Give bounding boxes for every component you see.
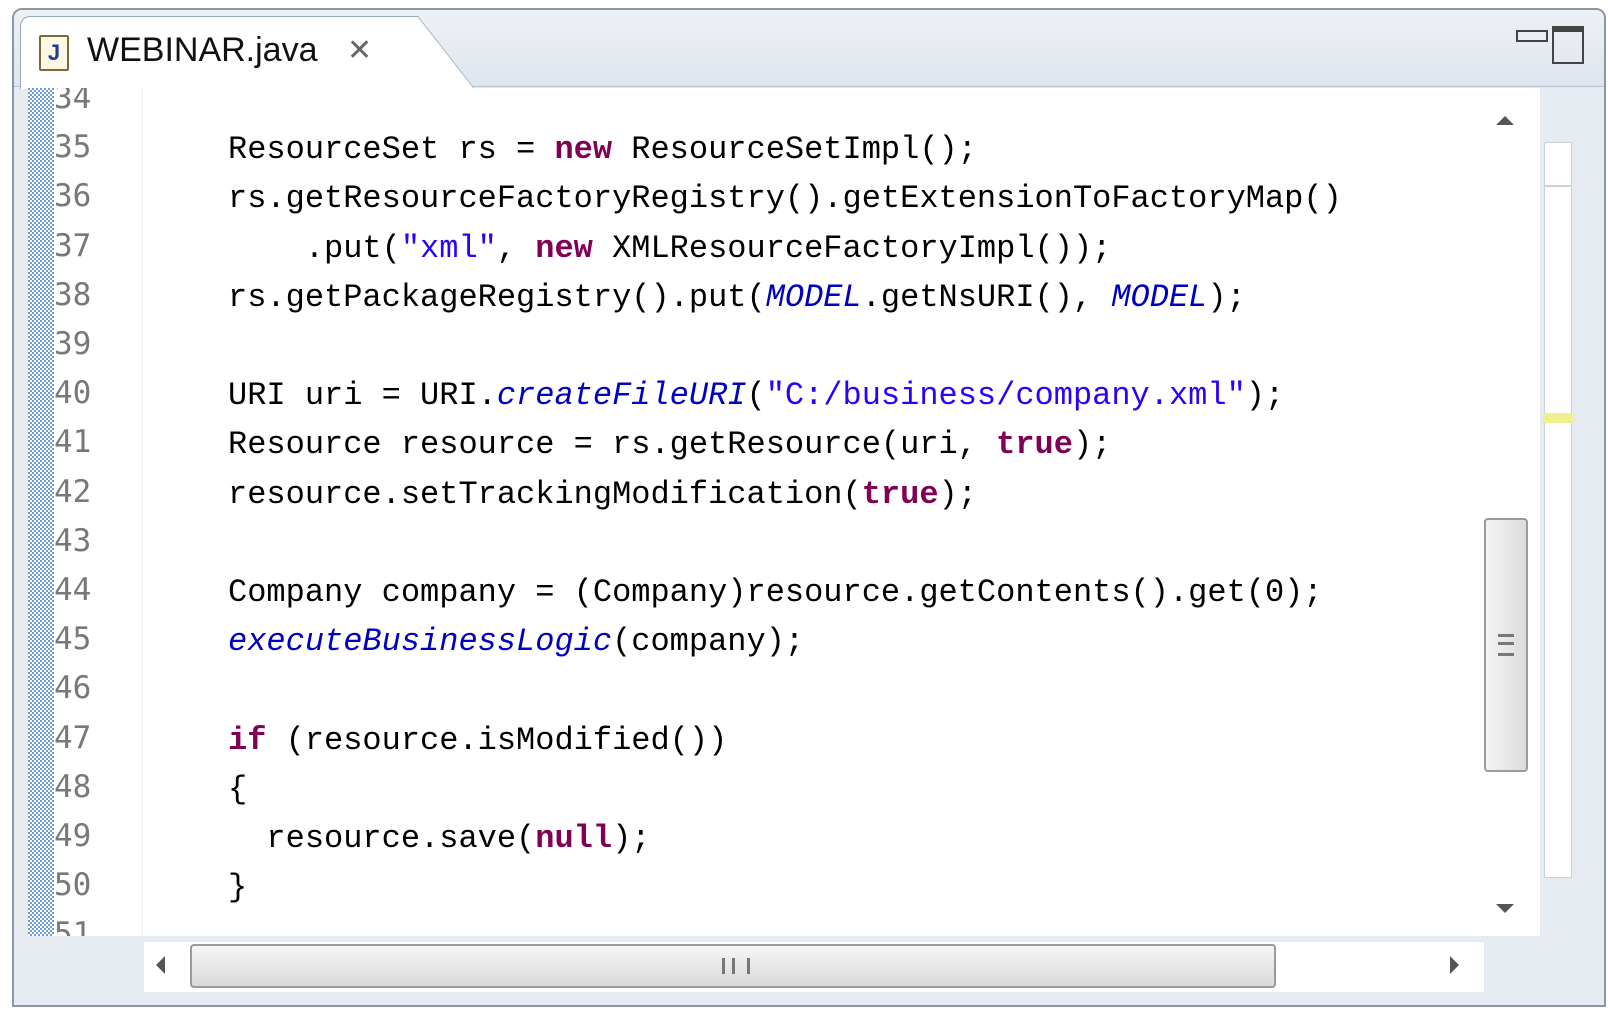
line-number: 41: [54, 424, 92, 461]
code-token: MODEL: [765, 278, 862, 316]
line-number: 39: [54, 326, 92, 362]
line-number-gutter: 34 35 36 37 38 39 40 41 42 43 44 45 46 47 48 49 50 51: [54, 88, 143, 936]
code-token: resource.setTrackingModification(: [228, 475, 862, 513]
code-token: "C:/business/company.xml": [765, 377, 1246, 415]
tab-title: WEBINAR.java: [87, 31, 318, 69]
code-token: );: [612, 820, 651, 857]
overview-marker[interactable]: [1543, 413, 1573, 423]
code-token: MODEL: [1111, 278, 1208, 316]
java-file-icon: J: [39, 35, 69, 71]
code-token: true: [861, 475, 939, 513]
code-token: rs.getResourceFactoryRegistry().getExten…: [228, 180, 1342, 218]
line-number: 36: [54, 178, 92, 215]
code-token: resource.save(: [228, 820, 536, 857]
line-number: 47: [54, 719, 92, 756]
vertical-scrollbar[interactable]: [1482, 88, 1540, 936]
change-marker-bar: [28, 88, 54, 936]
code-token: XMLResourceFactoryImpl());: [592, 229, 1112, 267]
horizontal-scrollbar[interactable]: [144, 942, 1484, 992]
line-number: 34: [54, 88, 92, 116]
vertical-scroll-thumb[interactable]: [1484, 518, 1528, 772]
code-line[interactable]: executeBusinessLogic(company);: [228, 623, 804, 660]
scroll-right-icon[interactable]: [1450, 956, 1459, 974]
line-number: 45: [54, 621, 92, 658]
line-number: 50: [54, 867, 92, 904]
close-icon[interactable]: ✕: [347, 33, 372, 68]
code-token: );: [1207, 278, 1246, 316]
code-token: (resource.isModified()): [266, 721, 728, 759]
code-token: if: [228, 721, 267, 759]
code-token: new: [535, 229, 593, 267]
code-token: true: [996, 426, 1073, 464]
code-line[interactable]: if (resource.isModified()): [228, 722, 727, 759]
scroll-up-icon[interactable]: [1496, 116, 1514, 125]
code-line[interactable]: {: [228, 771, 247, 808]
grip-icon: [722, 958, 750, 974]
code-token: (: [746, 377, 766, 415]
code-line[interactable]: rs.getResourceFactoryRegistry().getExten…: [228, 180, 1342, 217]
code-line[interactable]: Resource resource = rs.getResource(uri, …: [228, 426, 1111, 463]
code-token: .put(: [228, 229, 401, 267]
code-line[interactable]: resource.save(null);: [228, 820, 650, 857]
code-token: {: [228, 770, 248, 808]
line-number: 46: [54, 670, 92, 707]
horizontal-scroll-thumb[interactable]: [190, 944, 1276, 988]
code-line[interactable]: ResourceSet rs = new ResourceSetImpl();: [228, 131, 977, 168]
code-token: (company);: [612, 623, 805, 661]
minimize-icon[interactable]: [1516, 26, 1550, 56]
code-line[interactable]: resource.setTrackingModification(true);: [228, 476, 977, 513]
overview-divider: [1545, 185, 1571, 187]
line-number: 40: [54, 375, 92, 412]
code-token: URI uri = URI.: [228, 377, 497, 415]
code-line[interactable]: rs.getPackageRegistry().put(MODEL.getNsU…: [228, 279, 1246, 316]
editor-window: J WEBINAR.java ✕ 34 35 36 37 38 39 40 41 42 43 44 4…: [12, 8, 1606, 1007]
code-token: Resource resource = rs.getResource(uri,: [228, 426, 997, 464]
code-line[interactable]: }: [228, 869, 247, 906]
scroll-down-icon[interactable]: [1496, 904, 1514, 913]
code-token: null: [535, 820, 613, 857]
code-token: );: [938, 475, 977, 513]
line-number: 48: [54, 768, 92, 805]
code-token: }: [228, 869, 248, 907]
code-token: ResourceSetImpl();: [612, 131, 977, 169]
line-number: 37: [54, 227, 92, 264]
tab-webinar-java[interactable]: J WEBINAR.java ✕: [20, 16, 412, 89]
overview-ruler[interactable]: [1543, 142, 1573, 878]
line-number: 44: [54, 572, 92, 608]
scroll-left-icon[interactable]: [156, 956, 165, 974]
code-line[interactable]: URI uri = URI.createFileURI("C:/business…: [228, 377, 1284, 414]
line-number: 51: [54, 916, 92, 936]
code-token: rs.getPackageRegistry().put(: [228, 278, 766, 316]
code-token: new: [554, 131, 613, 169]
code-editor[interactable]: 34 35 36 37 38 39 40 41 42 43 44 45 46 47 48 49 50 51 Res…: [28, 88, 1540, 936]
code-token: );: [1072, 426, 1112, 464]
code-line[interactable]: Company company = (Company)resource.getC…: [228, 574, 1323, 611]
tab-bar: J WEBINAR.java ✕: [14, 10, 1604, 89]
code-token: .getNsURI(),: [861, 278, 1112, 316]
code-token: executeBusinessLogic: [228, 623, 613, 661]
grip-icon: [1498, 634, 1514, 656]
line-number: 42: [54, 473, 92, 510]
code-token: );: [1245, 377, 1285, 415]
code-token: createFileURI: [496, 377, 747, 415]
code-token: "xml": [400, 229, 497, 267]
code-line[interactable]: .put("xml", new XMLResourceFactoryImpl()…: [228, 229, 1112, 267]
line-number: 43: [54, 522, 92, 559]
code-token: ,: [496, 229, 536, 267]
maximize-icon[interactable]: [1552, 26, 1586, 64]
code-token: Company company = (Company)resource.getC…: [228, 574, 1323, 611]
line-number: 35: [54, 129, 92, 166]
line-number: 49: [54, 818, 92, 854]
line-number: 38: [54, 276, 92, 313]
code-token: ResourceSet rs =: [228, 131, 555, 169]
